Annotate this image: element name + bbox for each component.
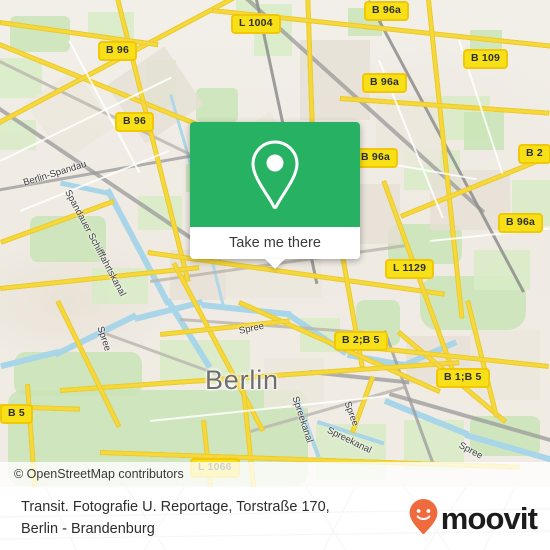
moovit-wordmark: moovit bbox=[440, 501, 538, 536]
highway-shield: B 2;B 5 bbox=[334, 331, 388, 351]
moovit-brand[interactable]: moovit bbox=[408, 498, 538, 540]
location-title: Transit. Fotografie U. Reportage, Torstr… bbox=[0, 497, 330, 539]
highway-shield: B 96a bbox=[498, 213, 544, 233]
location-title-line1: Transit. Fotografie U. Reportage, Torstr… bbox=[21, 499, 330, 516]
highway-shield: L 1004 bbox=[231, 14, 281, 34]
card-pointer-tail bbox=[265, 259, 285, 269]
highway-shield: B 96a bbox=[364, 1, 410, 21]
park-area bbox=[10, 16, 70, 52]
moovit-smiley-pin-icon bbox=[408, 498, 439, 540]
highway-shield: B 109 bbox=[463, 49, 509, 69]
card-icon-panel bbox=[190, 122, 360, 227]
highway-shield: L 1129 bbox=[385, 259, 435, 279]
highway-shield: B 2 bbox=[518, 144, 550, 164]
highway-shield: B 5 bbox=[0, 404, 33, 424]
take-me-there-button[interactable]: Take me there bbox=[190, 227, 360, 259]
highway-shield: B 96a bbox=[362, 73, 408, 93]
highway-shield: B 1;B 5 bbox=[436, 368, 490, 388]
highway-shield: B 96 bbox=[115, 112, 154, 132]
moovit-location-card-screenshot: L 1004 B 96a B 96 B 109 B 96a B 96 B 2B 96a B 9… bbox=[0, 0, 550, 550]
place-label: Berlin bbox=[205, 365, 279, 395]
footer-bar: Transit. Fotografie U. Reportage, Torstr… bbox=[0, 487, 550, 550]
location-title-line2: Berlin - Brandenburg bbox=[21, 520, 155, 537]
highway-shield: B 96 bbox=[98, 41, 137, 61]
osm-attribution[interactable]: © OpenStreetMap contributors bbox=[0, 462, 550, 487]
map-pin-icon bbox=[247, 138, 303, 212]
location-card[interactable]: Take me there bbox=[190, 122, 360, 269]
